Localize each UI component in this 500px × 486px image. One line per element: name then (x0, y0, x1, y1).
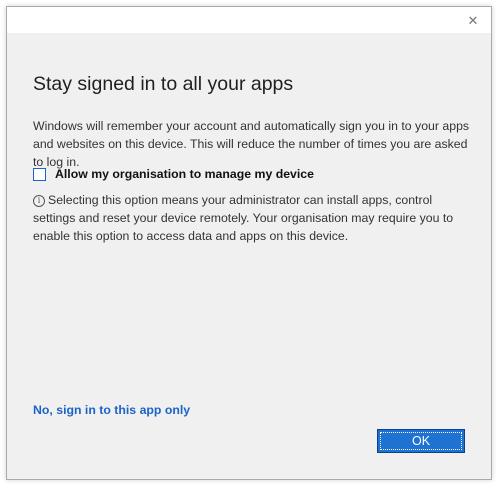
manage-device-checkbox[interactable] (33, 167, 46, 181)
sign-in-this-app-only-link[interactable]: No, sign in to this app only (33, 403, 190, 417)
dialog-description: Windows will remember your account and a… (33, 119, 470, 169)
manage-device-option[interactable]: Allow my organisation to manage my devic… (33, 165, 314, 183)
title-bar: ✕ (7, 7, 491, 33)
manage-device-checkbox-label[interactable]: Allow my organisation to manage my devic… (55, 167, 314, 181)
close-icon[interactable]: ✕ (463, 12, 483, 30)
info-text: Selecting this option means your adminis… (33, 193, 454, 243)
info-icon: i (33, 195, 45, 207)
ok-button[interactable]: OK (377, 429, 465, 453)
info-note: i Selecting this option means your admini… (33, 191, 473, 245)
dialog-window: ✕ Stay signed in to all your apps Window… (6, 6, 492, 480)
dialog-title: Stay signed in to all your apps (33, 73, 294, 95)
